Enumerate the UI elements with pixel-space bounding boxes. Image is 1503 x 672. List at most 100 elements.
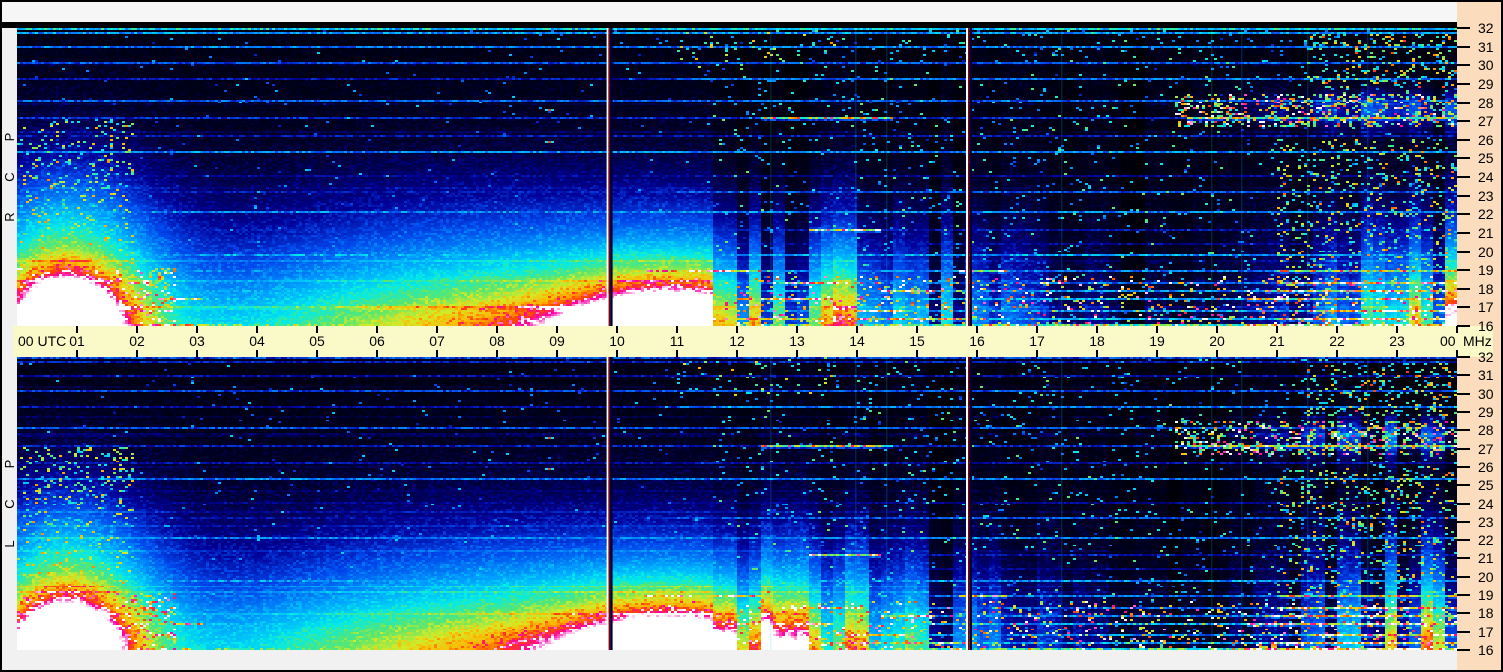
time-tick-top xyxy=(316,326,318,333)
freq-tick-label: 30 xyxy=(1478,57,1494,74)
time-tick-top xyxy=(376,326,378,333)
time-tick-top xyxy=(76,326,78,333)
time-axis-end-label: 00 xyxy=(1440,333,1456,349)
time-tick-label: 10 xyxy=(609,333,625,349)
freq-tick xyxy=(1457,82,1470,85)
time-tick-label: 05 xyxy=(309,333,325,349)
time-axis: 00 UTC 00 MHz 01 02 03 04 05 06 07 08 09 10 11 12 13… xyxy=(13,326,1493,357)
freq-tick-label: 24 xyxy=(1478,495,1494,512)
freq-tick xyxy=(1457,356,1470,358)
time-tick-label: 08 xyxy=(489,333,505,349)
freq-tick-label: 26 xyxy=(1478,131,1494,148)
freq-tick xyxy=(1457,138,1470,141)
freq-tick xyxy=(1457,447,1470,450)
time-tick-bottom xyxy=(1396,350,1398,357)
freq-tick-label: 32 xyxy=(1478,20,1494,36)
time-tick-top xyxy=(676,326,678,333)
freq-tick xyxy=(1457,213,1470,216)
time-tick-bottom xyxy=(856,350,858,357)
freq-tick xyxy=(1457,484,1470,487)
time-tick-label: 04 xyxy=(249,333,265,349)
time-tick-top xyxy=(1036,326,1038,333)
freq-tick-label: 32 xyxy=(1478,349,1494,365)
time-tick-top xyxy=(976,326,978,333)
freq-tick xyxy=(1457,250,1470,253)
freq-tick xyxy=(1457,502,1470,505)
freq-tick xyxy=(1457,176,1470,178)
freq-tick xyxy=(1457,392,1470,395)
freq-tick-label: 27 xyxy=(1478,440,1494,457)
time-tick-bottom xyxy=(736,350,738,357)
time-tick-top xyxy=(256,326,258,333)
time-tick-top xyxy=(1276,326,1278,333)
freq-tick xyxy=(1457,287,1470,290)
freq-tick-label: 18 xyxy=(1478,605,1494,622)
freq-tick xyxy=(1457,64,1470,67)
freq-tick-label: 19 xyxy=(1478,262,1494,279)
time-tick-bottom xyxy=(316,350,318,357)
freq-tick-label: 25 xyxy=(1478,477,1494,494)
freq-tick-label: 16 xyxy=(1478,318,1494,334)
time-tick-bottom xyxy=(136,350,138,357)
side-label-letter: C xyxy=(2,498,17,509)
time-tick-top xyxy=(1456,326,1458,333)
time-tick-bottom xyxy=(376,350,378,357)
time-tick-bottom xyxy=(1096,350,1098,357)
mhz-unit-label: MHz xyxy=(1463,333,1492,349)
time-tick-top xyxy=(1336,326,1338,333)
freq-tick xyxy=(1457,231,1470,234)
time-tick-top xyxy=(1156,326,1158,333)
side-label-letter: C xyxy=(2,172,17,182)
time-tick-top xyxy=(1396,326,1398,333)
freq-tick-label: 31 xyxy=(1478,38,1494,55)
freq-tick-label: 16 xyxy=(1478,642,1494,658)
freq-tick-label: 24 xyxy=(1478,169,1494,185)
freq-tick-label: 18 xyxy=(1478,280,1494,297)
time-tick-label: 21 xyxy=(1269,333,1285,349)
freq-tick-label: 23 xyxy=(1478,513,1494,530)
freq-tick-label: 17 xyxy=(1478,623,1494,640)
time-tick-bottom xyxy=(916,350,918,357)
time-tick-label: 06 xyxy=(369,333,385,349)
time-tick-top xyxy=(556,326,558,333)
time-tick-label: 11 xyxy=(669,333,685,349)
time-tick-top xyxy=(616,326,618,333)
time-tick-bottom xyxy=(1216,350,1218,357)
time-tick-label: 07 xyxy=(429,333,445,349)
time-tick-label: 03 xyxy=(189,333,205,349)
time-tick-bottom xyxy=(556,350,558,357)
freq-tick-label: 23 xyxy=(1478,187,1494,204)
time-tick-bottom xyxy=(496,350,498,357)
freq-tick-label: 21 xyxy=(1478,550,1494,567)
time-tick-top xyxy=(1216,326,1218,333)
time-tick-label: 18 xyxy=(1089,333,1105,349)
time-tick-label: 19 xyxy=(1149,333,1165,349)
freq-tick-label: 25 xyxy=(1478,150,1494,167)
time-tick-top xyxy=(1096,326,1098,333)
time-tick-label: 12 xyxy=(729,333,745,349)
freq-tick xyxy=(1457,465,1470,468)
time-tick-bottom xyxy=(976,350,978,357)
time-tick-label: 17 xyxy=(1029,333,1045,349)
freq-tick-label: 30 xyxy=(1478,385,1494,402)
time-tick-bottom xyxy=(196,350,198,357)
freq-tick xyxy=(1457,520,1470,523)
freq-tick-label: 28 xyxy=(1478,94,1494,111)
freq-tick-label: 28 xyxy=(1478,422,1494,439)
time-tick-top xyxy=(136,326,138,333)
freq-tick-label: 29 xyxy=(1478,403,1494,420)
time-tick-top xyxy=(196,326,198,333)
title-bar: AJ4CO Observatory 04 May 2021 - DPS on T… xyxy=(2,2,1457,40)
time-tick-bottom xyxy=(1276,350,1278,357)
time-tick-bottom xyxy=(616,350,618,357)
freq-tick xyxy=(1457,306,1470,309)
freq-tick xyxy=(1457,157,1470,160)
freq-tick-label: 20 xyxy=(1478,243,1494,260)
freq-tick-label: 29 xyxy=(1478,75,1494,92)
spectrograph-window: AJ4CO Observatory 04 May 2021 - DPS on T… xyxy=(0,0,1503,672)
freq-tick xyxy=(1457,45,1470,48)
freq-tick xyxy=(1457,194,1470,197)
freq-tick xyxy=(1457,325,1470,327)
time-tick-bottom xyxy=(1036,350,1038,357)
freq-tick-label: 20 xyxy=(1478,568,1494,585)
